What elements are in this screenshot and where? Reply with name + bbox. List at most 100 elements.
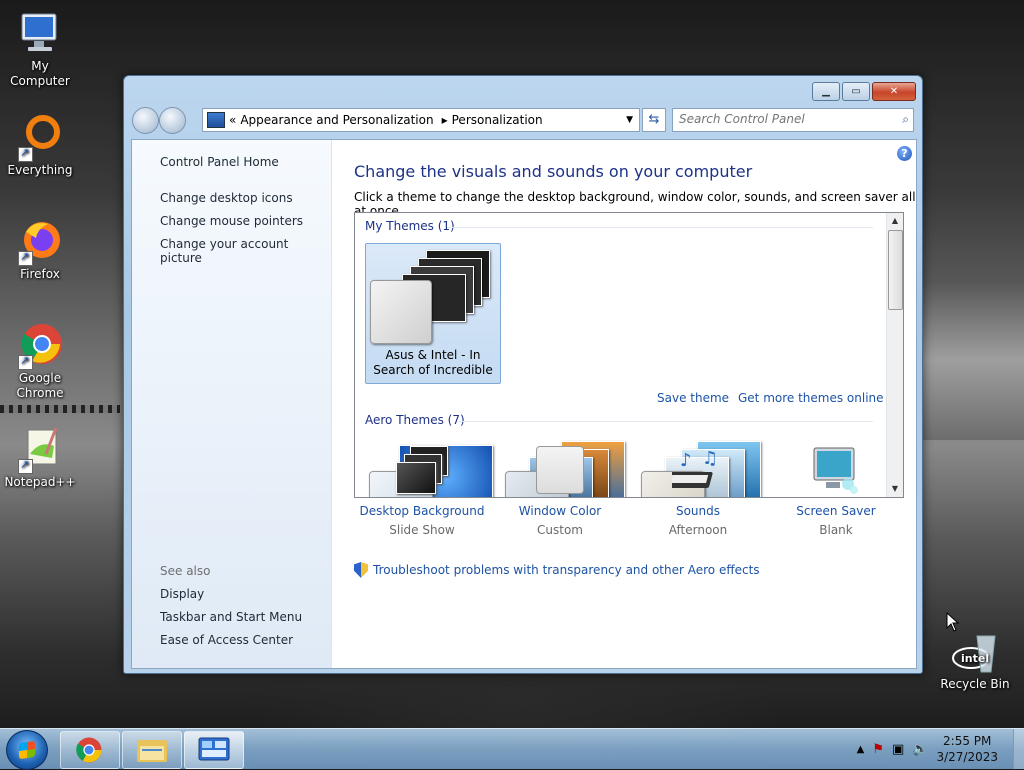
sounds-value: Afternoon (668, 523, 728, 537)
svg-text:♪: ♪ (680, 450, 692, 471)
desktop-icon-label: Recycle Bin (940, 677, 1010, 691)
refresh-button[interactable]: ⇆ (642, 108, 666, 132)
sounds-link[interactable]: Sounds (628, 504, 768, 518)
desktop-icon-google-chrome[interactable]: Google Chrome (0, 320, 80, 401)
page-title: Change the visuals and sounds on your co… (354, 162, 753, 181)
close-button[interactable]: ✕ (872, 82, 916, 101)
taskbar-explorer-button[interactable] (122, 731, 182, 769)
taskbar: ▲ ⚑ ▣ 🔈 2:55 PM 3/27/2023 (0, 728, 1024, 770)
aero-themes-header: Aero Themes (7) (365, 413, 465, 427)
system-tray: ▲ ⚑ ▣ 🔈 2:55 PM 3/27/2023 (857, 729, 998, 769)
desktop-icon-label: Google Chrome (16, 371, 64, 400)
clock-date: 3/27/2023 (936, 750, 998, 764)
everything-icon (16, 112, 64, 162)
search-box[interactable]: ⌕ (672, 108, 914, 132)
desktop-icon-everything[interactable]: Everything (0, 112, 80, 178)
network-icon[interactable]: ▣ (892, 742, 904, 757)
navigation-bar: « Appearance and Personalization ▸ Perso… (130, 106, 916, 134)
screen-saver-link[interactable]: Screen Saver (766, 504, 906, 518)
desktop-icon-recycle-bin[interactable]: intel Recycle Bin (935, 632, 1015, 692)
desktop-icon-label: Notepad++ (4, 475, 76, 489)
chrome-icon (16, 320, 64, 370)
scroll-thumb[interactable] (888, 230, 903, 310)
window-content: Control Panel Home Change desktop icons … (131, 139, 917, 669)
theme-name: Asus & Intel - In Search of Incredible (366, 348, 500, 378)
svg-text:intel: intel (961, 652, 989, 665)
sounds-icon: ♪ ♫ (665, 446, 724, 498)
taskbar-start-menu-link[interactable]: Taskbar and Start Menu (160, 610, 302, 624)
recycle-bin-icon: intel (951, 632, 999, 674)
change-desktop-icons-link[interactable]: Change desktop icons (160, 191, 293, 205)
troubleshoot-link[interactable]: Troubleshoot problems with transparency … (373, 563, 760, 577)
control-panel-icon (207, 112, 225, 128)
show-hidden-icons-icon[interactable]: ▲ (857, 744, 865, 755)
desktop-icon-my-computer[interactable]: My Computer (0, 8, 80, 89)
screen-saver-value: Blank (819, 523, 853, 537)
start-button[interactable] (6, 730, 48, 770)
volume-muted-icon[interactable]: 🔈 (912, 742, 928, 757)
desktop-background-value: Slide Show (389, 523, 455, 537)
forward-button[interactable] (159, 107, 186, 134)
desktop-icon-firefox[interactable]: Firefox (0, 216, 80, 282)
desktop-icon-notepad-plus-plus[interactable]: Notepad++ (0, 424, 80, 490)
breadcrumb-personalization[interactable]: Personalization (452, 113, 543, 127)
ease-of-access-link[interactable]: Ease of Access Center (160, 633, 293, 647)
theme-tile-asus-intel[interactable]: Asus & Intel - In Search of Incredible (365, 243, 501, 384)
window-color-link[interactable]: Window Color (490, 504, 630, 518)
back-button[interactable] (132, 107, 159, 134)
screen-saver-icon (810, 446, 862, 498)
desktop-icon-label: Everything (7, 163, 73, 177)
shortcut-arrow-icon (18, 457, 33, 474)
search-input[interactable] (673, 109, 895, 129)
mouse-cursor-icon (946, 612, 960, 632)
folder-icon (137, 740, 167, 762)
minimize-button[interactable]: ▁ (812, 82, 840, 101)
maximize-button[interactable]: ▭ (842, 82, 870, 101)
control-panel-icon (198, 737, 230, 761)
computer-icon (16, 8, 64, 56)
notepadpp-icon (16, 424, 64, 474)
address-overflow-chevron[interactable]: « (229, 113, 236, 127)
desktop-background-link[interactable]: Desktop Background (352, 504, 492, 518)
theme-name-line1: Asus & Intel - In (385, 348, 481, 362)
theme-name-line2: Search of Incredible (373, 363, 493, 377)
get-more-themes-link[interactable]: Get more themes online (738, 391, 884, 405)
troubleshoot-row[interactable]: Troubleshoot problems with transparency … (354, 562, 760, 578)
clock[interactable]: 2:55 PM 3/27/2023 (936, 733, 998, 765)
scroll-up-icon[interactable]: ▲ (887, 213, 903, 229)
window-color-option[interactable]: Window Color Custom (490, 446, 630, 537)
window-color-value: Custom (537, 523, 583, 537)
show-desktop-button[interactable] (1013, 729, 1024, 769)
group-divider (447, 227, 873, 228)
group-divider (459, 421, 873, 422)
address-bar[interactable]: « Appearance and Personalization ▸ Perso… (202, 108, 640, 132)
action-center-icon[interactable]: ⚑ (872, 742, 884, 757)
display-link[interactable]: Display (160, 587, 204, 601)
taskbar-chrome-button[interactable] (60, 731, 120, 769)
desktop-icon-label: Firefox (20, 267, 60, 281)
breadcrumb-appearance[interactable]: Appearance and Personalization (240, 113, 433, 127)
control-panel-home-link[interactable]: Control Panel Home (160, 155, 279, 169)
see-also-heading: See also (160, 564, 211, 578)
main-pane: ? Change the visuals and sounds on your … (332, 140, 916, 668)
svg-text:♫: ♫ (702, 448, 718, 469)
help-icon[interactable]: ? (897, 146, 912, 161)
clock-time: 2:55 PM (943, 734, 992, 748)
firefox-icon (16, 216, 64, 266)
desktop-background-option[interactable]: Desktop Background Slide Show (352, 446, 492, 537)
save-theme-link[interactable]: Save theme (657, 391, 729, 405)
personalization-window: ▁ ▭ ✕ « Appearance and Personalization ▸… (123, 75, 923, 674)
screen-saver-option[interactable]: Screen Saver Blank (766, 446, 906, 537)
uac-shield-icon (354, 562, 368, 578)
caption-buttons: ▁ ▭ ✕ (812, 82, 916, 101)
search-icon[interactable]: ⌕ (902, 112, 909, 127)
my-themes-header: My Themes (1) (365, 219, 455, 233)
desktop-icon-label: My Computer (10, 59, 70, 88)
sounds-option[interactable]: ♪ ♫ Sounds Afternoon (628, 446, 768, 537)
address-dropdown-icon[interactable]: ▼ (626, 115, 633, 125)
taskbar-control-panel-button[interactable] (184, 731, 244, 769)
left-task-pane: Control Panel Home Change desktop icons … (132, 140, 332, 668)
change-account-picture-link[interactable]: Change your account picture (160, 237, 331, 265)
shortcut-arrow-icon (18, 145, 33, 162)
change-mouse-pointers-link[interactable]: Change mouse pointers (160, 214, 303, 228)
